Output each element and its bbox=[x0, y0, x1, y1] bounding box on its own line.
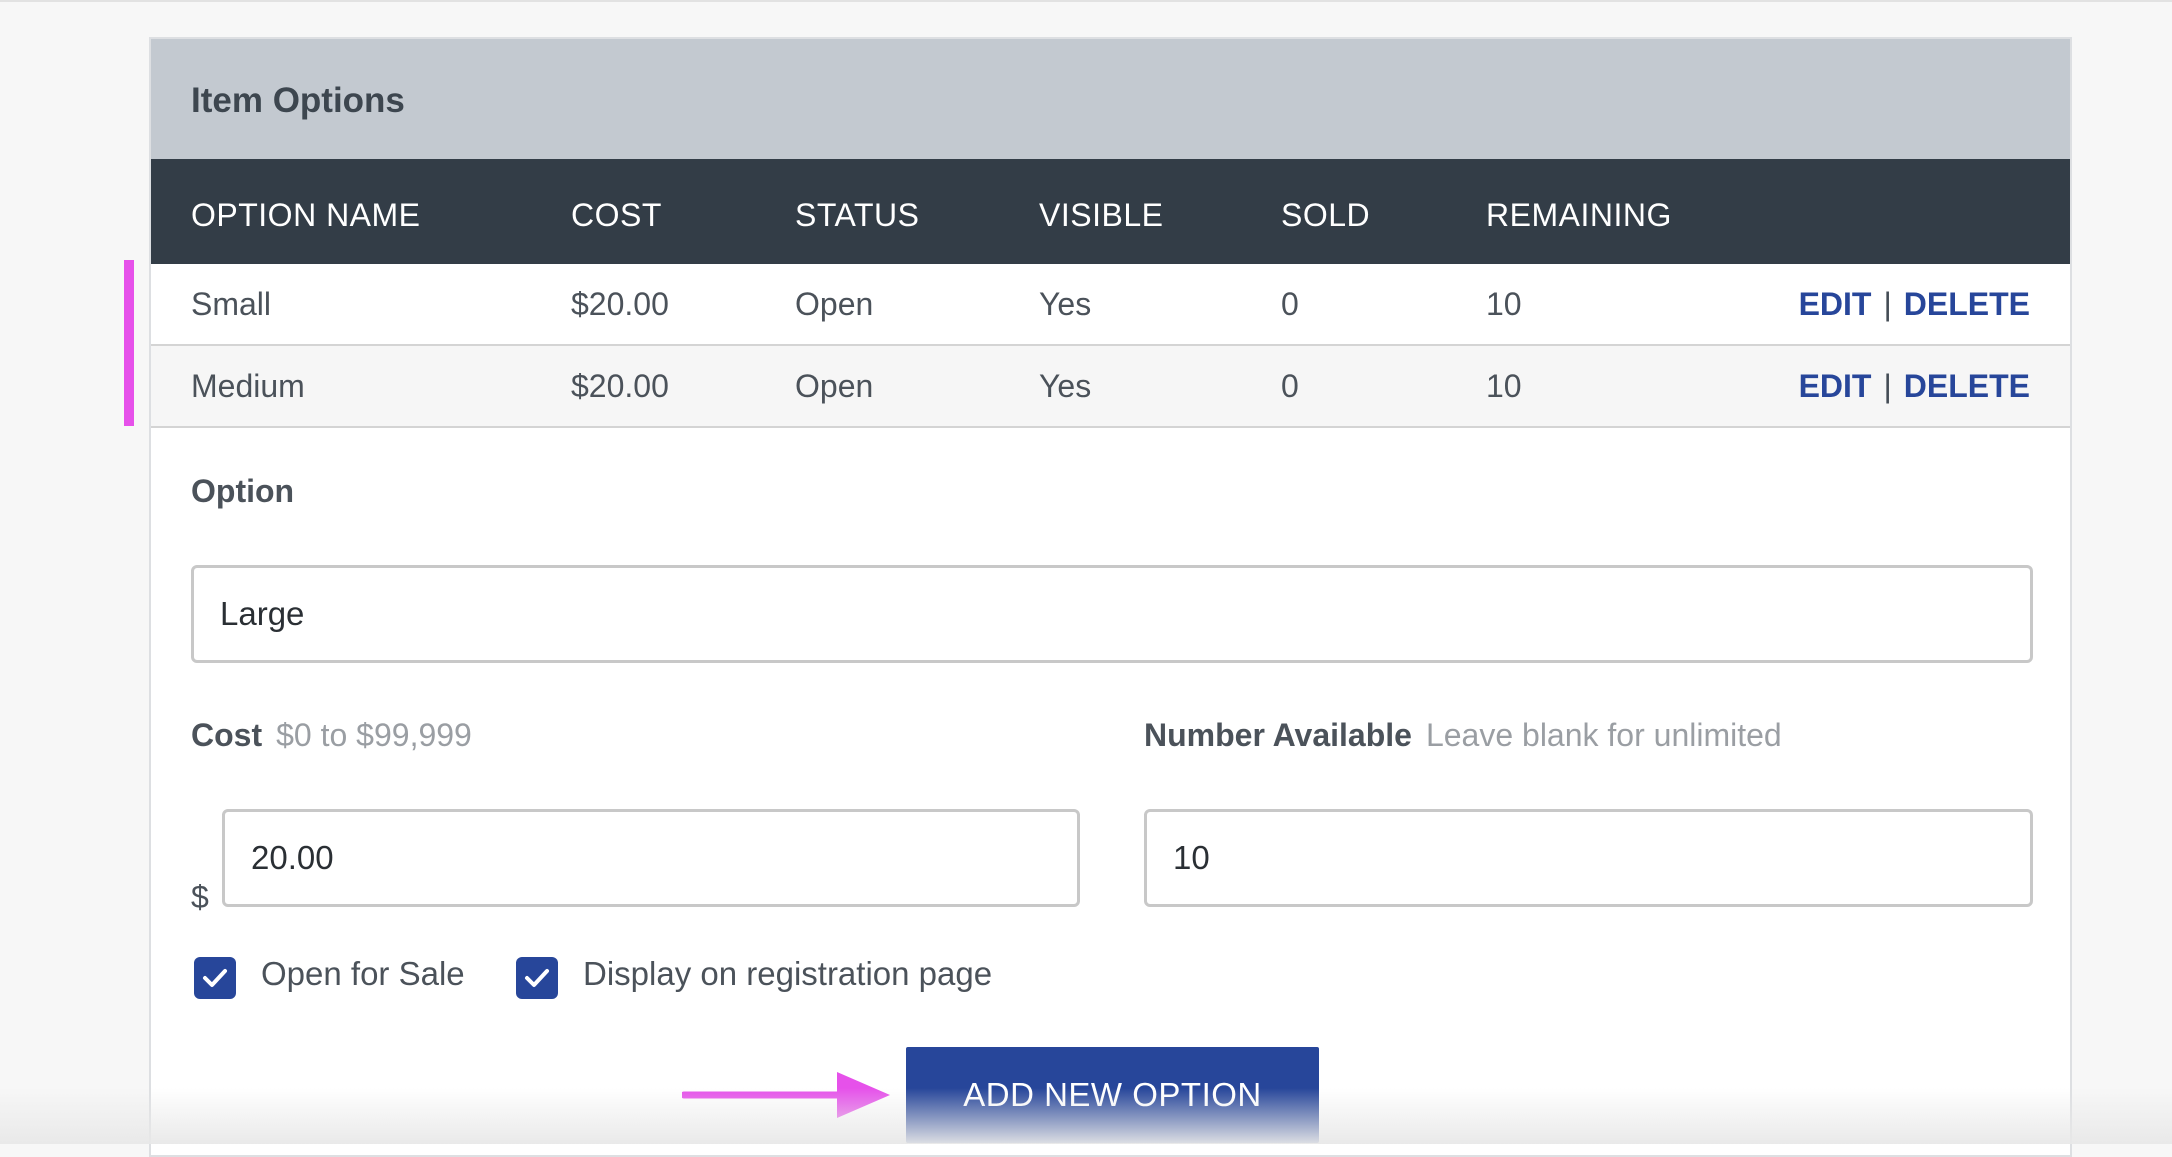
column-header-remaining: REMAINING bbox=[1486, 197, 1672, 233]
column-header-visible: VISIBLE bbox=[1039, 197, 1164, 233]
table-header: OPTION NAME COST STATUS VISIBLE SOLD REM… bbox=[151, 159, 2070, 264]
action-separator: | bbox=[1883, 286, 1892, 322]
row-actions: EDIT | DELETE bbox=[1799, 286, 2030, 323]
column-header-sold: SOLD bbox=[1281, 197, 1371, 233]
cell-cost: $20.00 bbox=[571, 368, 669, 404]
display-on-registration-label: Display on registration page bbox=[583, 955, 993, 992]
open-for-sale-label: Open for Sale bbox=[261, 955, 465, 992]
arrow-right-icon bbox=[682, 1072, 890, 1118]
delete-link[interactable]: DELETE bbox=[1904, 286, 2030, 322]
checkmark-icon bbox=[525, 969, 549, 987]
column-header-status: STATUS bbox=[795, 197, 920, 233]
row-actions: EDIT | DELETE bbox=[1799, 368, 2030, 405]
card-title: Item Options bbox=[191, 81, 405, 120]
action-separator: | bbox=[1883, 368, 1892, 404]
edit-link[interactable]: EDIT bbox=[1799, 368, 1872, 404]
edit-link[interactable]: EDIT bbox=[1799, 286, 1872, 322]
column-header-cost: COST bbox=[571, 197, 662, 233]
cell-remaining: 10 bbox=[1486, 368, 1522, 404]
card-header: Item Options bbox=[151, 39, 2070, 159]
top-divider bbox=[0, 0, 2172, 2]
delete-link[interactable]: DELETE bbox=[1904, 368, 2030, 404]
cell-sold: 0 bbox=[1281, 368, 1299, 404]
cell-cost: $20.00 bbox=[571, 286, 669, 322]
cost-label: Cost bbox=[191, 717, 263, 753]
cost-input[interactable] bbox=[222, 809, 1080, 907]
display-on-registration-checkbox[interactable] bbox=[516, 957, 558, 999]
option-name-input[interactable] bbox=[191, 565, 2033, 663]
cell-option-name: Small bbox=[191, 286, 272, 322]
number-available-hint: Leave blank for unlimited bbox=[1425, 717, 1782, 753]
checkmark-icon bbox=[203, 969, 227, 987]
highlight-bar bbox=[124, 260, 134, 426]
add-new-option-button[interactable]: ADD NEW OPTION bbox=[906, 1047, 1319, 1143]
table-row: Small $20.00 Open Yes 0 10 EDIT | DELETE bbox=[151, 264, 2070, 346]
number-available-label: Number Available bbox=[1144, 717, 1412, 753]
cost-label-group: Cost $0 to $99,999 bbox=[191, 717, 472, 754]
currency-symbol: $ bbox=[191, 879, 209, 915]
number-available-label-group: Number Available Leave blank for unlimite… bbox=[1144, 717, 1782, 754]
cell-sold: 0 bbox=[1281, 286, 1299, 322]
cell-status: Open bbox=[795, 368, 874, 404]
cell-visible: Yes bbox=[1039, 368, 1092, 404]
cell-option-name: Medium bbox=[191, 368, 305, 404]
item-options-card: Item Options OPTION NAME COST STATUS VIS… bbox=[149, 37, 2072, 1157]
cost-hint: $0 to $99,999 bbox=[276, 717, 472, 753]
open-for-sale-checkbox[interactable] bbox=[194, 957, 236, 999]
cell-remaining: 10 bbox=[1486, 286, 1522, 322]
cell-status: Open bbox=[795, 286, 874, 322]
option-label: Option bbox=[191, 473, 295, 509]
table-row: Medium $20.00 Open Yes 0 10 EDIT | DELETE bbox=[151, 346, 2070, 428]
number-available-input[interactable] bbox=[1144, 809, 2033, 907]
column-header-option-name: OPTION NAME bbox=[191, 197, 421, 233]
cell-visible: Yes bbox=[1039, 286, 1092, 322]
